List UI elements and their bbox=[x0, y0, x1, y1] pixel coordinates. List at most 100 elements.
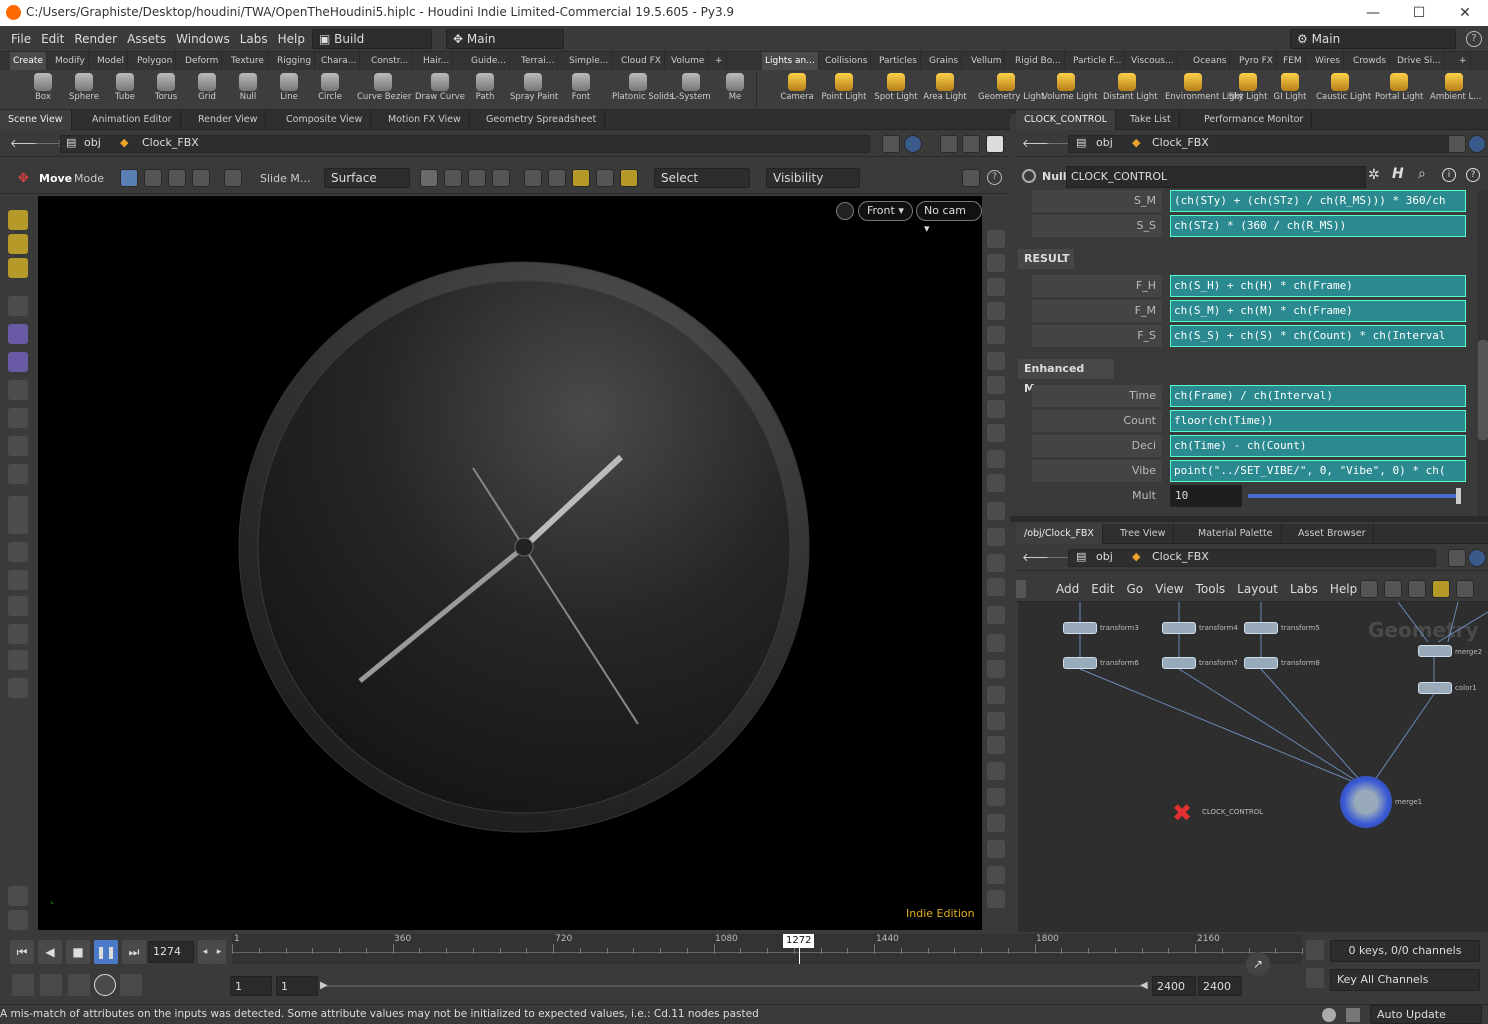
maximize-button[interactable]: ☐ bbox=[1396, 0, 1442, 26]
select-visible-icon[interactable] bbox=[572, 169, 590, 187]
param-pane-tab[interactable]: Performance Monitor bbox=[1196, 110, 1313, 130]
add-shelf-tab-right-icon[interactable]: + bbox=[1456, 52, 1471, 70]
shelf-tool[interactable]: Circle bbox=[307, 70, 353, 110]
display-option-icon[interactable] bbox=[987, 326, 1005, 344]
display-option-icon[interactable] bbox=[987, 712, 1005, 730]
stop-icon[interactable]: ■ bbox=[66, 940, 90, 964]
display-option-icon[interactable] bbox=[987, 528, 1005, 546]
display-option-icon[interactable] bbox=[987, 634, 1005, 652]
shelf-light-tool[interactable]: Area Light bbox=[921, 70, 969, 110]
jump-start-icon[interactable]: ⏮ bbox=[10, 940, 34, 964]
chat-icon[interactable] bbox=[1346, 1008, 1360, 1022]
net-tree-icon[interactable] bbox=[1384, 580, 1402, 598]
layout-icon[interactable] bbox=[940, 135, 958, 153]
range-slider[interactable] bbox=[322, 985, 1146, 987]
left-tool-icon[interactable] bbox=[8, 408, 28, 428]
net-menu-edit[interactable]: Edit bbox=[1085, 576, 1120, 602]
add-shelf-tab-icon[interactable]: + bbox=[712, 52, 727, 70]
display-option-icon[interactable] bbox=[987, 474, 1005, 492]
start-frame-field[interactable]: 1 bbox=[230, 976, 272, 996]
component-select-icon[interactable] bbox=[144, 169, 162, 187]
audio-icon[interactable] bbox=[40, 974, 62, 996]
display-option-icon[interactable] bbox=[987, 278, 1005, 296]
shelf-tab[interactable]: Wires bbox=[1312, 52, 1344, 70]
net-tools-icon[interactable] bbox=[1360, 580, 1378, 598]
minimize-button[interactable]: — bbox=[1350, 0, 1396, 26]
shelf-tab[interactable]: Oceans bbox=[1190, 52, 1231, 70]
edge-select-icon[interactable] bbox=[168, 169, 186, 187]
param-help-icon[interactable]: ? bbox=[1466, 168, 1480, 182]
lock-camera-icon[interactable] bbox=[836, 202, 854, 220]
node-transform7[interactable] bbox=[1162, 657, 1196, 669]
node-transform4[interactable] bbox=[1162, 622, 1196, 634]
select-groups-icon[interactable] bbox=[524, 169, 542, 187]
net-path-root[interactable]: obj bbox=[1096, 550, 1113, 563]
display-option-icon[interactable] bbox=[987, 814, 1005, 832]
key-all-channels-dropdown[interactable]: Key All Channels bbox=[1330, 969, 1480, 991]
shelf-tool[interactable]: Tube bbox=[102, 70, 148, 110]
secure-selection-icon[interactable] bbox=[596, 169, 614, 187]
param-expression-field[interactable]: ch(S_S) + ch(S) * ch(Count) * ch(Interva… bbox=[1170, 325, 1466, 347]
select-dropdown[interactable]: Select bbox=[654, 168, 750, 188]
enhanced-move-folder[interactable]: Enhanced Move bbox=[1018, 359, 1114, 395]
param-pane-tab[interactable]: CLOCK_CONTROL bbox=[1016, 110, 1117, 130]
shelf-tab[interactable]: Drive Si... bbox=[1394, 52, 1445, 70]
shelf-tab[interactable]: Rigid Bo... bbox=[1012, 52, 1065, 70]
shelf-light-tool[interactable]: Geometry Light bbox=[978, 70, 1044, 110]
shelf-tool[interactable]: Font bbox=[558, 70, 604, 110]
shelf-light-tool[interactable]: Point Light bbox=[820, 70, 868, 110]
net-list-icon[interactable] bbox=[1408, 580, 1426, 598]
menu-render[interactable]: Render bbox=[69, 26, 122, 52]
param-expression-field[interactable]: (ch(STy) + (ch(STz) / ch(R_MS))) * 360/c… bbox=[1170, 190, 1466, 212]
shelf-tool[interactable]: Path bbox=[462, 70, 508, 110]
loop-icon[interactable] bbox=[68, 974, 90, 996]
menu-assets[interactable]: Assets bbox=[122, 26, 171, 52]
brush-select-icon[interactable] bbox=[468, 169, 486, 187]
left-tool-icon[interactable] bbox=[8, 624, 28, 644]
result-folder[interactable]: RESULT bbox=[1018, 249, 1074, 269]
link-icon[interactable] bbox=[904, 135, 922, 153]
face-select-icon[interactable] bbox=[192, 169, 210, 187]
shelf-tool[interactable]: Curve Bezier bbox=[357, 70, 411, 110]
pin-icon[interactable] bbox=[882, 135, 900, 153]
left-tool-icon[interactable] bbox=[8, 258, 28, 278]
left-pane-tab[interactable]: Motion FX View bbox=[380, 110, 470, 130]
network-pane-tab[interactable]: Material Palette bbox=[1190, 524, 1282, 544]
no-cam-button[interactable]: No cam ▾ bbox=[916, 201, 982, 235]
display-option-icon[interactable] bbox=[987, 762, 1005, 780]
shelf-tool[interactable]: Line bbox=[266, 70, 312, 110]
param-expression-field[interactable]: ch(STz) * (360 / ch(R_MS)) bbox=[1170, 215, 1466, 237]
stepping-icon[interactable] bbox=[120, 974, 142, 996]
net-menu-add[interactable]: Add bbox=[1050, 576, 1085, 602]
display-option-icon[interactable] bbox=[987, 890, 1005, 908]
shelf-tool[interactable]: L-System bbox=[668, 70, 714, 110]
net-menu-labs[interactable]: Labs bbox=[1284, 576, 1324, 602]
param-scrollbar-thumb[interactable] bbox=[1478, 340, 1488, 440]
net-grid-icon[interactable] bbox=[1432, 580, 1450, 598]
shelf-tab[interactable]: Viscous... bbox=[1128, 52, 1178, 70]
menu-help[interactable]: Help bbox=[273, 26, 310, 52]
left-pane-tab[interactable]: Animation Editor bbox=[84, 110, 181, 130]
shelf-tool[interactable]: Draw Curve bbox=[414, 70, 466, 110]
left-tool-icon[interactable] bbox=[8, 910, 28, 930]
scene-viewport[interactable]: Front ▾ No cam ▾ ⌞ Indie Edition bbox=[38, 196, 982, 930]
left-tool-icon[interactable] bbox=[8, 464, 28, 484]
shelf-tab[interactable]: FEM bbox=[1280, 52, 1306, 70]
object-select-icon[interactable] bbox=[120, 169, 138, 187]
play-reverse-icon[interactable]: ◀ bbox=[38, 940, 62, 964]
shelf-tool[interactable]: Box bbox=[20, 70, 66, 110]
display-option-icon[interactable] bbox=[987, 660, 1005, 678]
step-forward-icon[interactable]: ▸ bbox=[212, 940, 226, 964]
shelf-tab[interactable]: Polygon bbox=[134, 52, 177, 70]
shelf-light-tool[interactable]: Ambient L... bbox=[1430, 70, 1481, 110]
param-expression-field[interactable]: point("../SET_VIBE/", 0, "Vibe", 0) * ch… bbox=[1170, 460, 1466, 482]
select-hidden-icon[interactable] bbox=[548, 169, 566, 187]
left-tool-icon[interactable] bbox=[8, 296, 28, 316]
left-pane-tab[interactable]: Composite View bbox=[278, 110, 372, 130]
network-pane-tab[interactable]: /obj/Clock_FBX bbox=[1016, 524, 1103, 544]
left-tool-icon[interactable] bbox=[8, 514, 28, 534]
net-menu-help[interactable]: Help bbox=[1324, 576, 1363, 602]
shelf-light-tool[interactable]: Distant Light bbox=[1103, 70, 1158, 110]
net-menu-go[interactable]: Go bbox=[1120, 576, 1149, 602]
param-expression-field[interactable]: ch(Frame) / ch(Interval) bbox=[1170, 385, 1466, 407]
